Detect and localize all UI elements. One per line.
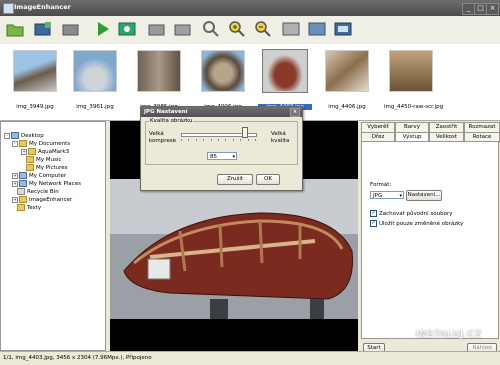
folder-icon [17, 204, 25, 211]
slider-tick [195, 139, 197, 141]
slider-tick [188, 139, 190, 141]
folder-icon [19, 196, 27, 203]
app-icon [3, 3, 14, 14]
tree-item-desktop[interactable]: - Desktop [4, 132, 44, 139]
thumbnail-caption: img_4450-raw-scr.jpg [384, 104, 444, 110]
folder-icon [28, 148, 36, 155]
chevron-down-icon: ▾ [399, 193, 402, 199]
thumbnail-image [73, 50, 117, 92]
thumbnail-caption: img_3949.jpg [16, 104, 54, 110]
tree-item-aquamark[interactable]: + AquaMark3 [21, 148, 69, 155]
thumbnail[interactable]: img_4406.jpg [320, 48, 374, 114]
thumbnail-selected[interactable]: img_4403.jpg [258, 48, 312, 114]
low-quality-label: Velká [149, 131, 164, 137]
jpg-settings-dialog: JPG Nastavení × Kvalita obrázku Velká ko… [140, 106, 303, 191]
cancel-button[interactable]: Zrušit [217, 174, 253, 185]
slider-tick [218, 139, 219, 141]
thumbnail-caption: img_4406.jpg [328, 104, 366, 110]
desktop-icon [11, 132, 19, 139]
keep-originals-checkbox[interactable]: ✓ Zachovat původní soubory [370, 210, 452, 217]
slider-tick [203, 139, 205, 141]
tree-item-network[interactable]: + My Network Places [12, 180, 81, 187]
thumbnail-image [389, 50, 433, 92]
folder-icon [19, 140, 27, 147]
status-bar: 1/1, img_4403.jpg, 3456 x 2304 (7.96Mpx.… [0, 351, 500, 365]
network-icon [19, 180, 27, 187]
add-images-icon[interactable] [34, 20, 52, 38]
thumbnail[interactable]: img_4450-raw-scr.jpg [384, 48, 444, 114]
low-quality-label-2: komprese [149, 138, 176, 144]
save-changed-checkbox[interactable]: ✓ Uložit pouze změněné obrázky [370, 220, 463, 227]
thumbnail-image [13, 50, 57, 92]
paste-icon[interactable] [174, 20, 192, 38]
tree-item-my-pictures[interactable]: My Pictures [26, 164, 68, 171]
copy-icon[interactable] [148, 20, 166, 38]
folder-icon [26, 164, 34, 171]
thumbnail-image [325, 50, 369, 92]
slider-tick [247, 139, 249, 141]
watermark-text: INSTALUJ.CZ [416, 330, 483, 340]
search-icon[interactable] [202, 20, 220, 38]
recycle-bin-icon [17, 188, 25, 195]
folder-icon [26, 156, 34, 163]
close-button[interactable]: × [486, 3, 499, 15]
high-quality-label-2: kvalita [271, 138, 290, 144]
tree-item-testy[interactable]: Testy [17, 204, 41, 211]
computer-icon [19, 172, 27, 179]
format-label: Formát: [370, 182, 392, 188]
zoom-in-icon[interactable] [228, 20, 246, 38]
slider-tick [210, 139, 212, 141]
title-bar: ImageEnhancer _ □ × [0, 0, 500, 16]
tree-item-my-music[interactable]: My Music [26, 156, 61, 163]
format-select[interactable]: JPG ▾ [370, 191, 404, 199]
dialog-title: JPG Nastavení [144, 109, 188, 115]
tree-item-imageenhancer[interactable]: + ImageEnhancer [12, 196, 72, 203]
slider-tick [240, 139, 242, 141]
preview-icon[interactable] [118, 20, 136, 38]
chevron-down-icon: ▾ [232, 154, 235, 160]
toolbar [0, 16, 500, 45]
settings-button[interactable]: Nastavení... [406, 190, 442, 201]
fullscreen-icon[interactable] [308, 20, 326, 38]
remove-images-icon[interactable] [62, 20, 80, 38]
slider-tick [255, 139, 256, 141]
thumbnail-image [201, 50, 245, 92]
high-quality-label: Velká [271, 131, 286, 137]
thumbnail[interactable]: img_3961.jpg [68, 48, 122, 114]
dialog-title-bar: JPG Nastavení × [141, 107, 302, 117]
quality-group-label: Kvalita obrázku [149, 118, 194, 124]
quality-value-input[interactable]: 85 ▾ [207, 152, 237, 160]
tree-item-recycle-bin[interactable]: Recycle Bin [17, 188, 59, 195]
tree-item-my-computer[interactable]: + My Computer [12, 172, 66, 179]
thumbnail[interactable]: img_4006.jpg [196, 48, 250, 114]
open-folder-icon[interactable] [6, 20, 24, 38]
dialog-close-button[interactable]: × [290, 108, 300, 117]
slideshow-icon[interactable] [334, 20, 352, 38]
slider-tick [225, 139, 227, 141]
thumbnail[interactable]: img_3985.jpg [132, 48, 186, 114]
quality-slider-thumb[interactable] [241, 127, 248, 138]
play-icon[interactable] [94, 20, 112, 38]
thumbnail-image [262, 49, 308, 93]
fit-icon[interactable] [282, 20, 300, 38]
zoom-out-icon[interactable] [254, 20, 272, 38]
status-text: 1/1, img_4403.jpg, 3456 x 2304 (7.96Mpx.… [3, 355, 152, 361]
thumbnail[interactable]: img_3949.jpg [8, 48, 62, 114]
ok-button[interactable]: OK [256, 174, 280, 185]
slider-tick [181, 139, 182, 141]
slider-tick [232, 139, 234, 141]
tree-item-my-documents[interactable]: - My Documents [12, 140, 70, 147]
window-title: ImageEnhancer [14, 3, 71, 11]
thumbnail-image [137, 50, 181, 92]
thumbnail-caption: img_3961.jpg [76, 104, 114, 110]
folder-tree: - Desktop - My Documents + AquaMark3 My Mus… [0, 121, 106, 351]
